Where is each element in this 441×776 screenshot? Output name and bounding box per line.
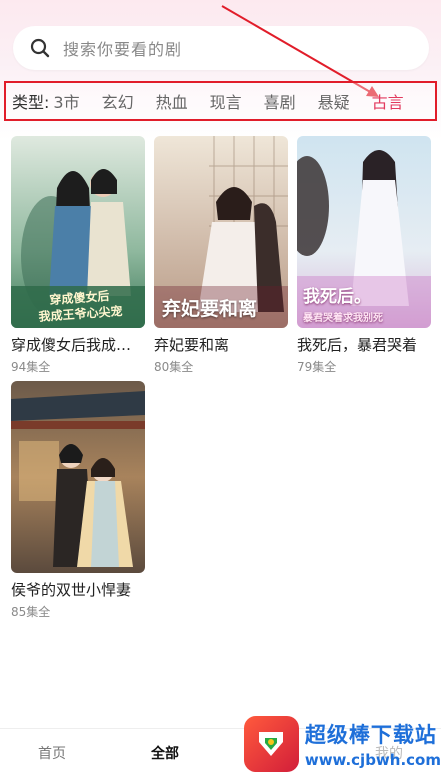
episode-count: 94集全	[11, 360, 51, 374]
drama-title[interactable]: 穿成傻女后我成王爷心尖宠	[11, 334, 145, 355]
poster-title: 弃妃要和离	[162, 298, 258, 320]
drama-poster[interactable]: 弃妃要和离	[154, 136, 288, 328]
drama-poster[interactable]: 穿成傻女后 我成王爷心尖宠	[11, 136, 145, 328]
watermark-logo-icon	[244, 715, 299, 772]
watermark-text: 超级棒下载站 www.cjbwh.com	[304, 722, 441, 769]
nav-home[interactable]: 首页	[38, 743, 66, 763]
poster-title: 我死后。 暴君哭着求我别死	[303, 287, 383, 324]
category-tab-modern-romance[interactable]: 现言	[210, 89, 242, 113]
drama-card[interactable]: 穿成傻女后 我成王爷心尖宠 穿成傻女后我成王爷心尖宠 94集全	[11, 136, 145, 375]
drama-card[interactable]: 我死后。 暴君哭着求我别死 我死后，暴君哭着 79集全	[297, 136, 431, 375]
drama-poster[interactable]	[11, 381, 145, 573]
episode-count: 85集全	[11, 605, 51, 619]
category-tab-urban[interactable]: 3市	[53, 89, 79, 113]
category-filter-bar: 类型: 3市 玄幻 热血 现言 喜剧 悬疑 古言	[4, 81, 437, 121]
category-label: 类型:	[12, 93, 50, 112]
search-icon	[30, 38, 50, 58]
drama-poster[interactable]: 我死后。 暴君哭着求我别死	[297, 136, 431, 328]
drama-title[interactable]: 我死后，暴君哭着	[297, 334, 431, 355]
category-tab-mystery[interactable]: 悬疑	[318, 89, 350, 113]
nav-all[interactable]: 全部	[151, 743, 179, 763]
drama-card[interactable]: 弃妃要和离 弃妃要和离 80集全	[154, 136, 288, 375]
category-tab-fantasy[interactable]: 玄幻	[102, 89, 134, 113]
search-placeholder: 搜索你要看的剧	[63, 40, 183, 59]
category-tab-action[interactable]: 热血	[156, 89, 188, 113]
watermark: 超级棒下载站 www.cjbwh.com	[244, 712, 441, 775]
category-tab-ancient-romance[interactable]: 古言	[372, 89, 404, 113]
drama-title[interactable]: 侯爷的双世小悍妻	[11, 579, 145, 600]
episode-count: 79集全	[297, 360, 337, 374]
drama-title[interactable]: 弃妃要和离	[154, 334, 288, 355]
category-tab-comedy[interactable]: 喜剧	[264, 89, 296, 113]
search-bar[interactable]: 搜索你要看的剧	[13, 26, 429, 70]
episode-count: 80集全	[154, 360, 194, 374]
drama-card[interactable]: 侯爷的双世小悍妻 85集全	[11, 381, 145, 620]
